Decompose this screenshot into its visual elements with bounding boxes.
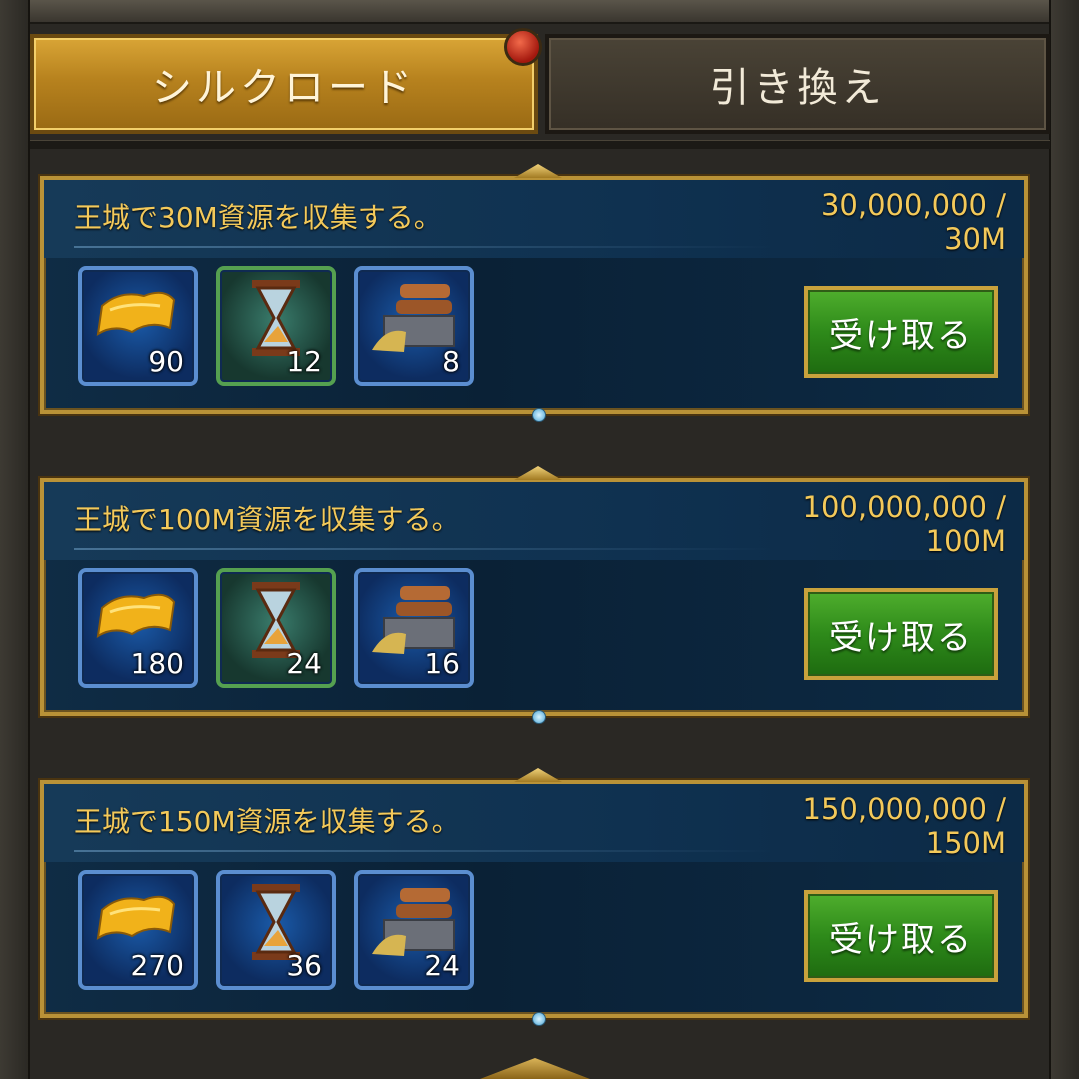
progress-target: 100M (925, 524, 1006, 558)
scroll-icon (96, 895, 176, 940)
task-progress: 150,000,000 / 150M (803, 792, 1006, 860)
bottom-ornament-icon (480, 1058, 590, 1079)
reward-count: 24 (286, 647, 322, 680)
gem-ornament-icon (532, 1012, 546, 1026)
progress-target: 150M (925, 826, 1006, 860)
gem-ornament-icon (532, 408, 546, 422)
task-description: 王城で30M資源を収集する。 (74, 201, 442, 234)
reward-item-scroll[interactable]: 270 (78, 870, 198, 990)
task-card: 王城で30M資源を収集する。 30,000,000 / 30M 90 12 8 … (40, 164, 1028, 422)
window-top-frame (0, 0, 1079, 24)
task-card: 王城で100M資源を収集する。 100,000,000 / 100M 180 2… (40, 466, 1028, 724)
gem-ornament-icon (532, 710, 546, 724)
reward-item-hourglass[interactable]: 24 (216, 568, 336, 688)
reward-count: 180 (130, 647, 184, 680)
tab-exchange[interactable]: 引き換え (545, 34, 1050, 134)
reward-item-resource[interactable]: 24 (354, 870, 474, 990)
reward-count: 36 (286, 949, 322, 982)
task-description: 王城で100M資源を収集する。 (74, 503, 460, 536)
task-progress: 30,000,000 / 30M (821, 188, 1006, 256)
reward-item-scroll[interactable]: 180 (78, 568, 198, 688)
reward-count: 16 (424, 647, 460, 680)
card-separator (74, 246, 774, 248)
progress-current: 100,000,000 / (802, 490, 1006, 524)
task-progress: 100,000,000 / 100M (803, 490, 1006, 558)
task-card: 王城で150M資源を収集する。 150,000,000 / 150M 270 3… (40, 768, 1028, 1026)
progress-current: 150,000,000 / (802, 792, 1006, 826)
reward-count: 8 (442, 345, 460, 378)
ornament-icon (514, 768, 562, 782)
reward-item-resource[interactable]: 8 (354, 266, 474, 386)
notification-badge (504, 28, 542, 66)
ornament-icon (514, 164, 562, 178)
reward-count: 270 (130, 949, 184, 982)
reward-item-scroll[interactable]: 90 (78, 266, 198, 386)
window-right-frame (1049, 0, 1079, 1079)
reward-count: 24 (424, 949, 460, 982)
reward-item-resource[interactable]: 16 (354, 568, 474, 688)
progress-target: 30M (944, 222, 1006, 256)
reward-item-hourglass[interactable]: 12 (216, 266, 336, 386)
window-left-frame (0, 0, 30, 1079)
task-description: 王城で150M資源を収集する。 (74, 805, 460, 838)
claim-button[interactable]: 受け取る (804, 286, 998, 378)
claim-button[interactable]: 受け取る (804, 890, 998, 982)
reward-count: 12 (286, 345, 322, 378)
scroll-icon (96, 291, 176, 336)
card-separator (74, 548, 774, 550)
progress-current: 30,000,000 / (820, 188, 1006, 222)
scroll-icon (96, 593, 176, 638)
claim-button[interactable]: 受け取る (804, 588, 998, 680)
ornament-icon (514, 466, 562, 480)
reward-item-hourglass[interactable]: 36 (216, 870, 336, 990)
card-separator (74, 850, 774, 852)
tab-divider (30, 140, 1050, 149)
reward-count: 90 (148, 345, 184, 378)
tab-silk-road[interactable]: シルクロード (30, 34, 538, 134)
